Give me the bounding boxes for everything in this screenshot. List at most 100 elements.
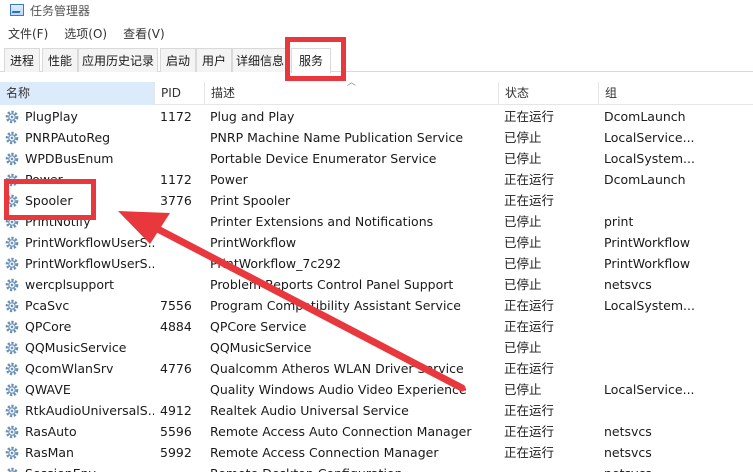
service-name-cell: PrintWorkflowUserS... [4,253,154,274]
service-group: DcomLaunch [604,172,686,187]
gear-icon [5,341,19,354]
spooler-highlight [4,179,96,220]
service-pid [155,379,205,400]
menu-options[interactable]: 选项(O) [64,25,107,42]
service-row[interactable]: RasAuto 5596 Remote Access Auto Connection… [0,421,753,442]
column-header-group[interactable]: 组 [599,82,753,105]
service-name-cell: PcaSvc [4,295,154,316]
service-row[interactable]: wercplsupport Problem Reports Control Pan… [0,274,753,295]
service-row[interactable]: QQMusicService QQMusicService 已停止 [0,337,753,358]
service-pid [155,253,205,274]
service-status: 已停止 [504,151,542,166]
service-group: PrintWorkflow [604,235,691,250]
service-row[interactable]: PrintWorkflowUserS... PrintWorkflow_7c292… [0,253,753,274]
service-row[interactable]: PrintWorkflowUserS... PrintWorkflow 已停止 Pri… [0,232,753,253]
service-description: PrintWorkflow_7c292 [210,256,342,271]
service-status: 正在运行 [504,172,555,187]
column-header-pid[interactable]: PID [155,82,205,105]
gear-icon [5,236,19,249]
service-row[interactable]: Spooler 3776 Print Spooler 正在运行 [0,190,753,211]
tab-users[interactable]: 用户 [196,48,232,72]
service-status: 已停止 [504,382,542,397]
service-group [599,358,753,379]
service-row[interactable]: SessionEnv Remote Desktop Configuration ne… [0,463,753,472]
service-description: QQMusicService [210,340,312,355]
service-row[interactable]: QWAVE Quality Windows Audio Video Experie… [0,379,753,400]
service-name-cell: QPCore [4,316,154,337]
tab-startup[interactable]: 启动 [160,48,196,72]
column-header-status[interactable]: 状态 [499,82,599,105]
service-status: 正在运行 [504,424,555,439]
service-name: PrintWorkflowUserS... [25,256,154,271]
service-row[interactable]: PlugPlay 1172 Plug and Play 正在运行 DcomLaunch [0,106,753,127]
service-status: 已停止 [504,277,542,292]
service-group: LocalSystem... [604,151,695,166]
service-name: PNRPAutoReg [25,130,111,145]
service-status: 已停止 [504,214,542,229]
service-description: Portable Device Enumerator Service [210,151,437,166]
service-description: Remote Desktop Configuration [205,463,499,472]
service-pid [155,232,205,253]
service-group: netsvcs [604,424,652,439]
service-description: Plug and Play [210,109,295,124]
service-name: QcomWlanSrv [25,361,114,376]
service-name: RasMan [25,445,74,460]
service-description: Print Spooler [210,193,291,208]
service-group: LocalSystem... [604,298,695,313]
service-description: PNRP Machine Name Publication Service [210,130,464,145]
tab-performance[interactable]: 性能 [42,48,78,72]
service-group: LocalService... [604,130,695,145]
service-group: LocalService... [604,382,695,397]
menu-view[interactable]: 查看(V) [123,25,165,42]
gear-icon [5,446,19,459]
gear-icon [5,257,19,270]
service-row[interactable]: WPDBusEnum Portable Device Enumerator Ser… [0,148,753,169]
service-row[interactable]: PNRPAutoReg PNRP Machine Name Publication… [0,127,753,148]
service-description: Realtek Audio Universal Service [210,403,409,418]
tab-details[interactable]: 详细信息 [232,48,288,72]
service-status: 已停止 [504,256,542,271]
gear-icon [5,362,19,375]
service-description: Problem Reports Control Panel Support [210,277,454,292]
service-name: PlugPlay [25,109,78,124]
service-row[interactable]: Power 1172 Power 正在运行 DcomLaunch [0,169,753,190]
service-row[interactable]: PrintNotify Printer Extensions and Notifi… [0,211,753,232]
service-row[interactable]: QcomWlanSrv 4776 Qualcomm Atheros WLAN Dri… [0,358,753,379]
service-row[interactable]: RasMan 5992 Remote Access Connection Manag… [0,442,753,463]
service-name: QQMusicService [25,340,127,355]
service-name-cell: PNRPAutoReg [4,127,154,148]
service-status: 已停止 [504,340,542,355]
gear-icon [5,152,19,165]
column-header-description[interactable]: 描述 [205,82,499,105]
tab-app-history[interactable]: 应用历史记录 [78,48,158,72]
menu-file[interactable]: 文件(F) [8,25,48,42]
service-pid: 5596 [160,424,192,439]
service-group: netsvcs [599,463,753,472]
service-group: DcomLaunch [604,109,686,124]
service-row[interactable]: QPCore 4884 QPCore Service 正在运行 [0,316,753,337]
column-header-name[interactable]: 名称 [0,82,155,105]
services-list: PlugPlay 1172 Plug and Play 正在运行 DcomLaunch P… [0,106,753,472]
service-description: Remote Access Auto Connection Manager [210,424,472,439]
service-group: PrintWorkflow [604,256,691,271]
service-status: 正在运行 [504,193,555,208]
gear-icon [5,404,19,417]
service-name: PrintWorkflowUserS... [25,235,154,250]
service-status [499,463,599,472]
service-group: print [604,214,634,229]
gear-icon [5,110,19,123]
service-status: 正在运行 [504,319,555,334]
service-name-cell: RasMan [4,442,154,463]
service-name-cell: QWAVE [4,379,154,400]
service-name-cell: PlugPlay [4,106,154,127]
tab-processes[interactable]: 进程 [4,48,40,72]
service-pid: 4884 [160,319,192,334]
service-row[interactable]: PcaSvc 7556 Program Compatibility Assistan… [0,295,753,316]
gear-icon [5,383,19,396]
service-status: 已停止 [504,130,542,145]
service-row[interactable]: RtkAudioUniversalS... 4912 Realtek Audio U… [0,400,753,421]
service-status: 正在运行 [504,361,555,376]
service-pid [155,274,205,295]
service-pid: 5992 [160,445,192,460]
window-title: 任务管理器 [30,3,91,18]
